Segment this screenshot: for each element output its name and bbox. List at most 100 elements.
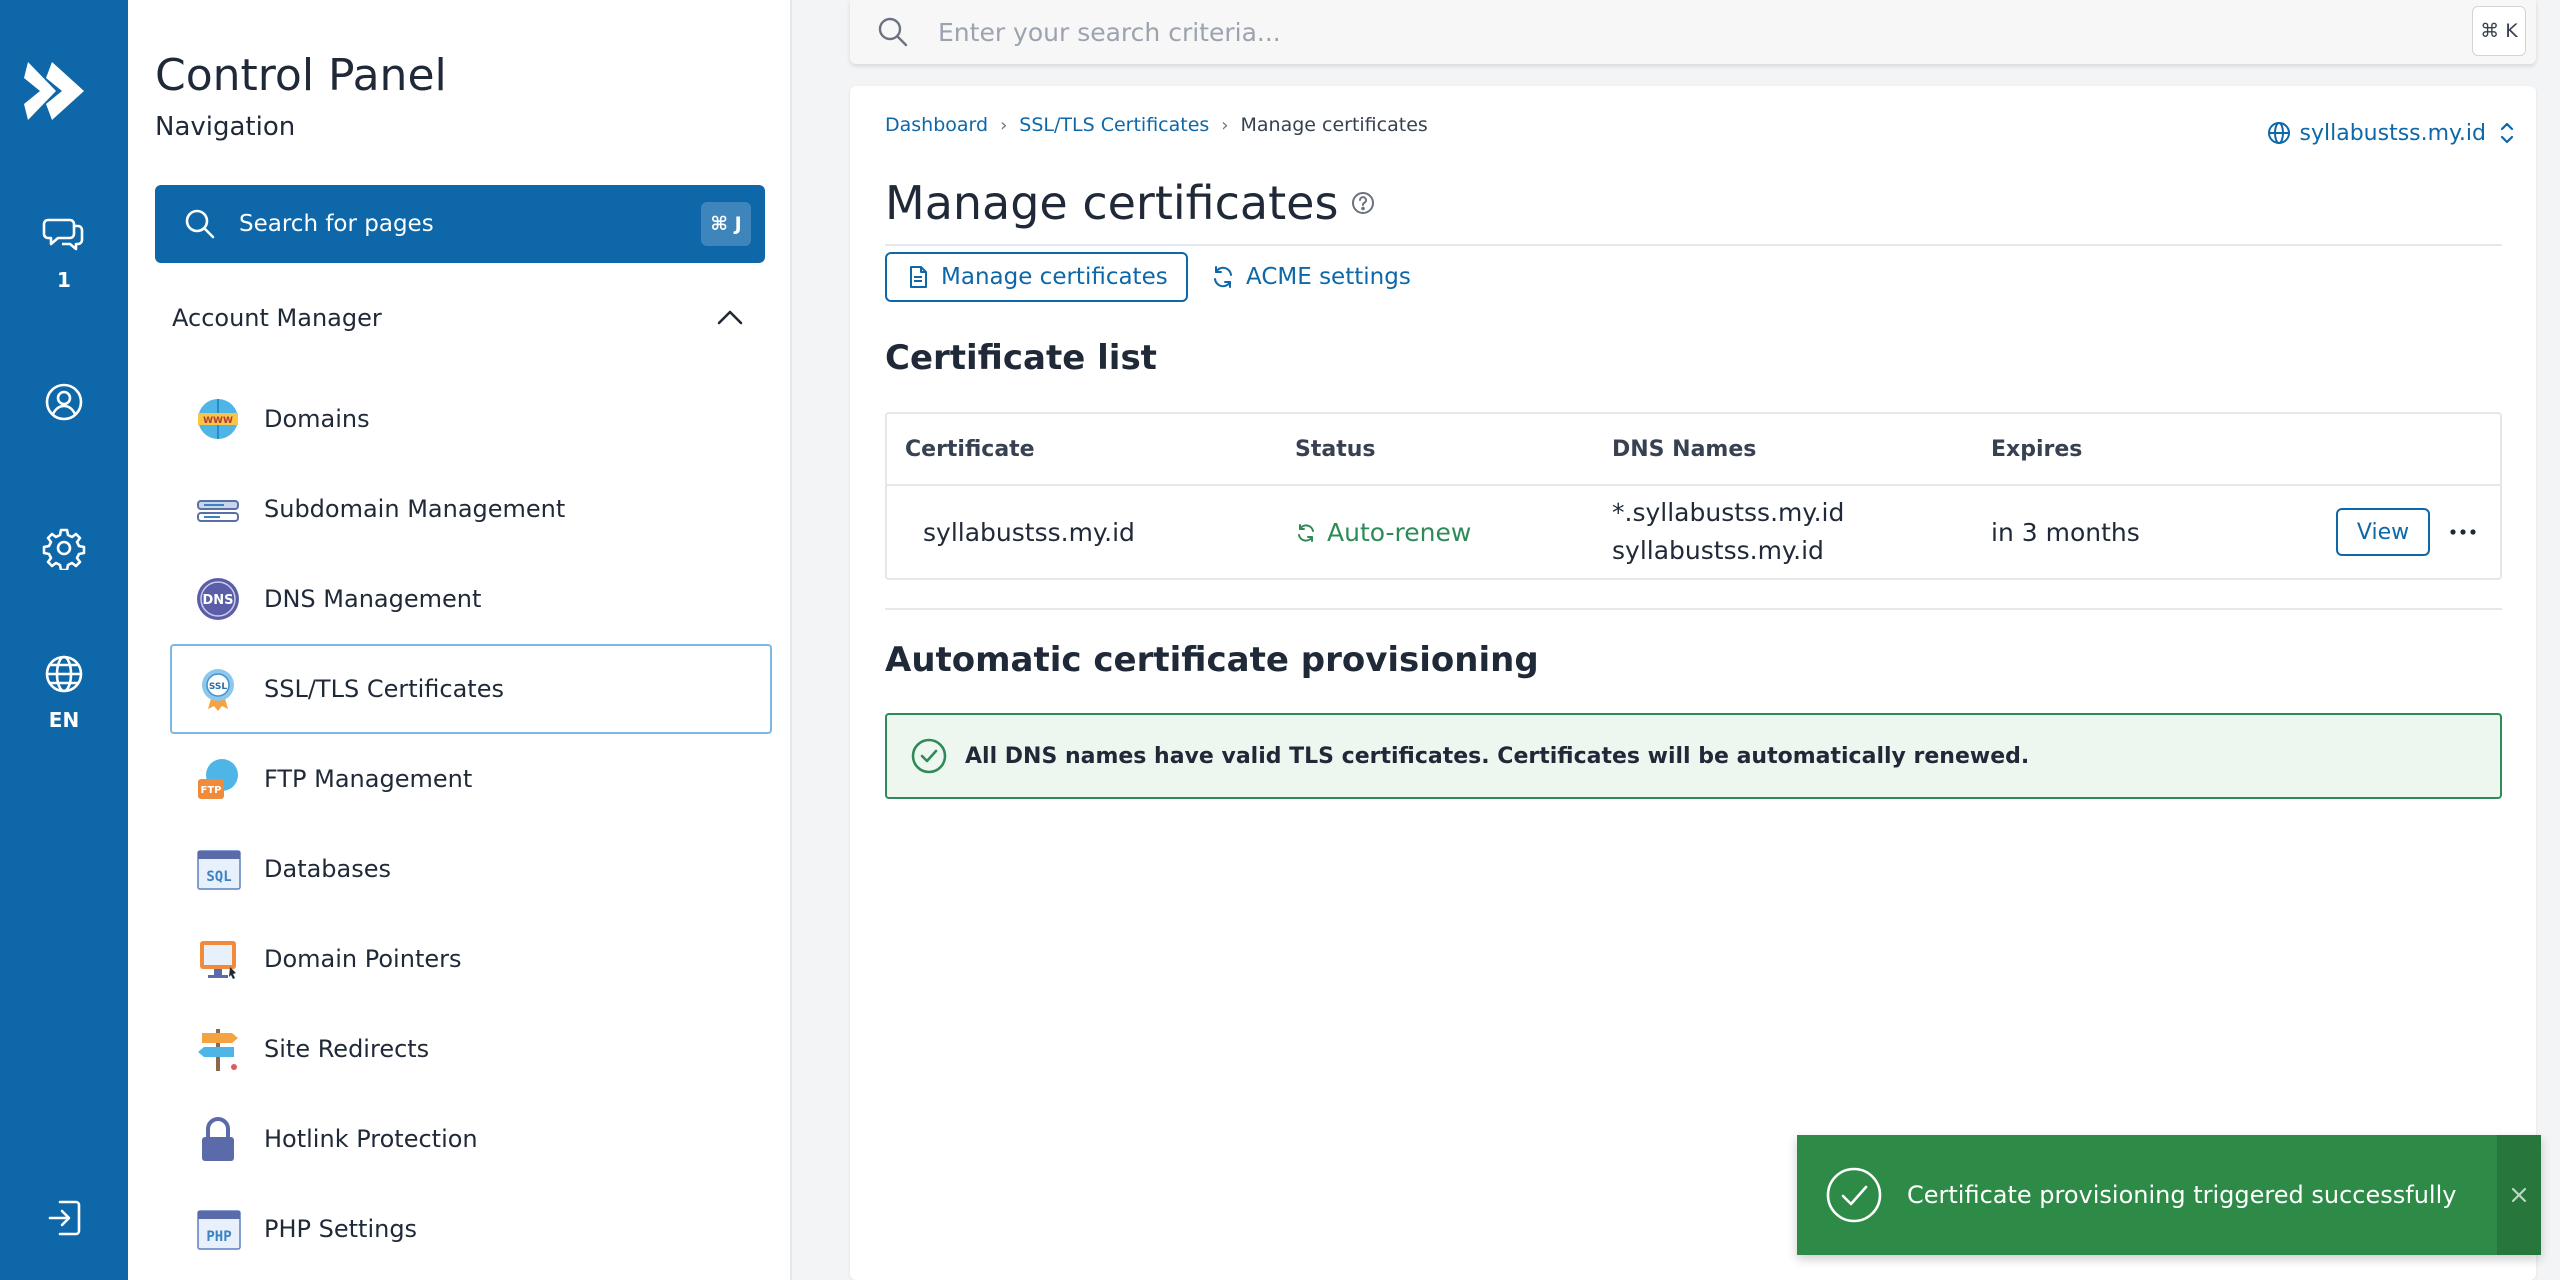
success-toast: Certificate provisioning triggered succe… [1797,1135,2541,1255]
sidebar-item-label: Site Redirects [264,1035,430,1063]
more-actions-button[interactable] [2443,514,2483,550]
chat-icon [42,218,84,251]
expires-value: in 3 months [1991,518,2140,547]
page-title-text: Manage certificates [885,176,1339,230]
breadcrumb-current: Manage certificates [1240,114,1428,136]
nav-title: Control Panel [155,50,447,101]
sidebar-item-label: PHP Settings [264,1215,418,1243]
chevron-right-icon: › [1000,114,1008,136]
check-circle-icon [1826,1167,1882,1223]
sidebar-item-hotlink-protection[interactable]: Hotlink Protection [170,1094,772,1184]
logout-icon [48,1200,81,1236]
breadcrumb-ssl-tls-certificates[interactable]: SSL/TLS Certificates [1019,114,1209,136]
page-search-label: Search for pages [239,211,434,237]
toast-close-button[interactable] [2497,1135,2541,1255]
certificate-list-heading: Certificate list [885,338,1157,378]
breadcrumb-dashboard[interactable]: Dashboard [885,114,988,136]
domain-pointer-icon [200,941,236,979]
language-label: EN [48,708,80,732]
global-search-shortcut: ⌘ K [2472,6,2526,56]
language-button[interactable]: EN [0,652,128,732]
divider [885,608,2502,610]
globe-icon [45,655,83,693]
sidebar-item-label: SSL/TLS Certificates [264,675,504,703]
sidebar-item-label: Domains [264,405,370,433]
php-icon: PHP [197,1210,241,1250]
svg-text:SSL: SSL [209,682,228,692]
page-search-button[interactable]: Search for pages ⌘ J [155,185,765,263]
account-button[interactable] [0,380,128,424]
main-card: Dashboard › SSL/TLS Certificates › Manag… [850,86,2536,1280]
sidebar-item-subdomain-management[interactable]: Subdomain Management [170,464,772,554]
domain-selector[interactable]: syllabustss.my.id [2266,120,2526,146]
document-icon [910,266,927,288]
sidebar-item-site-redirects[interactable]: Site Redirects [170,1004,772,1094]
sidebar-item-label: Databases [264,855,392,883]
tab-label: ACME settings [1246,264,1411,290]
subdomain-icon [197,500,239,522]
column-header-dns-names: DNS Names [1612,436,1757,462]
page-title: Manage certificates [885,176,1376,230]
messages-button[interactable]: 1 [0,212,128,292]
account-manager-section-toggle[interactable]: Account Manager [172,296,762,340]
alert-message: All DNS names have valid TLS certificate… [965,743,2030,769]
status-badge: Auto-renew [1295,518,1471,547]
refresh-icon [1214,266,1232,288]
check-circle-icon [911,738,947,774]
section-label: Account Manager [172,304,382,332]
divider [885,244,2502,246]
ftp-icon: FTP [198,759,238,799]
sql-database-icon: SQL [197,850,241,890]
column-header-expires: Expires [1991,436,2083,462]
user-circle-icon [45,383,83,421]
dns-icon: DNS [197,578,239,620]
page-search-shortcut: ⌘ J [701,202,751,246]
help-icon[interactable] [1350,190,1376,216]
gear-icon [42,528,86,570]
search-icon [878,17,908,47]
dns-name: *.syllabustss.my.id [1612,498,1845,527]
svg-text:DNS: DNS [202,593,233,608]
sidebar-item-php-settings[interactable]: PHP PHP Settings [170,1184,772,1274]
sidebar-item-domain-pointers[interactable]: Domain Pointers [170,914,772,1004]
close-icon [2511,1187,2527,1203]
more-horizontal-icon [2450,529,2476,535]
divider [887,484,2500,486]
sidebar-item-label: Domain Pointers [264,945,462,973]
refresh-icon [1298,523,1314,542]
column-header-status: Status [1295,436,1376,462]
certificate-table: Certificate Status DNS Names Expires syl… [885,412,2502,580]
logout-button[interactable] [0,1196,128,1240]
sidebar-item-label: DNS Management [264,585,482,613]
nav-subtitle: Navigation [155,112,296,142]
sidebar-item-databases[interactable]: SQL Databases [170,824,772,914]
provisioning-heading: Automatic certificate provisioning [885,640,1539,680]
svg-text:PHP: PHP [206,1229,231,1245]
messages-count: 1 [57,268,71,292]
app-rail: 1 EN [0,0,128,1280]
sidebar-item-ssl-tls-certificates[interactable]: SSL SSL/TLS Certificates [170,644,772,734]
settings-button[interactable] [0,526,128,570]
provisioning-status-alert: All DNS names have valid TLS certificate… [885,713,2502,799]
logo-icon[interactable] [22,56,88,126]
tab-label: Manage certificates [941,264,1168,290]
sidebar-item-label: Subdomain Management [264,495,566,523]
svg-text:SQL: SQL [206,869,231,885]
sidebar-item-label: FTP Management [264,765,473,793]
status-label: Auto-renew [1327,518,1472,547]
toast-message: Certificate provisioning triggered succe… [1907,1181,2457,1209]
sidebar-item-domains[interactable]: WWW Domains [170,374,772,464]
chevron-up-icon [717,310,743,325]
search-icon [185,209,215,239]
ssl-certificate-icon: SSL [202,669,234,711]
domain-selector-value: syllabustss.my.id [2299,120,2486,146]
sidebar-item-ftp-management[interactable]: FTP FTP Management [170,734,772,824]
global-search-input[interactable] [938,17,2388,47]
global-search-bar[interactable]: ⌘ K [850,0,2536,64]
sidebar-item-dns-management[interactable]: DNS DNS Management [170,554,772,644]
signpost-icon [198,1029,238,1071]
view-button[interactable]: View [2336,508,2430,556]
tab-acme-settings[interactable]: ACME settings [1192,252,1429,302]
tab-manage-certificates[interactable]: Manage certificates [885,252,1188,302]
chevron-up-down-icon [2500,122,2514,144]
